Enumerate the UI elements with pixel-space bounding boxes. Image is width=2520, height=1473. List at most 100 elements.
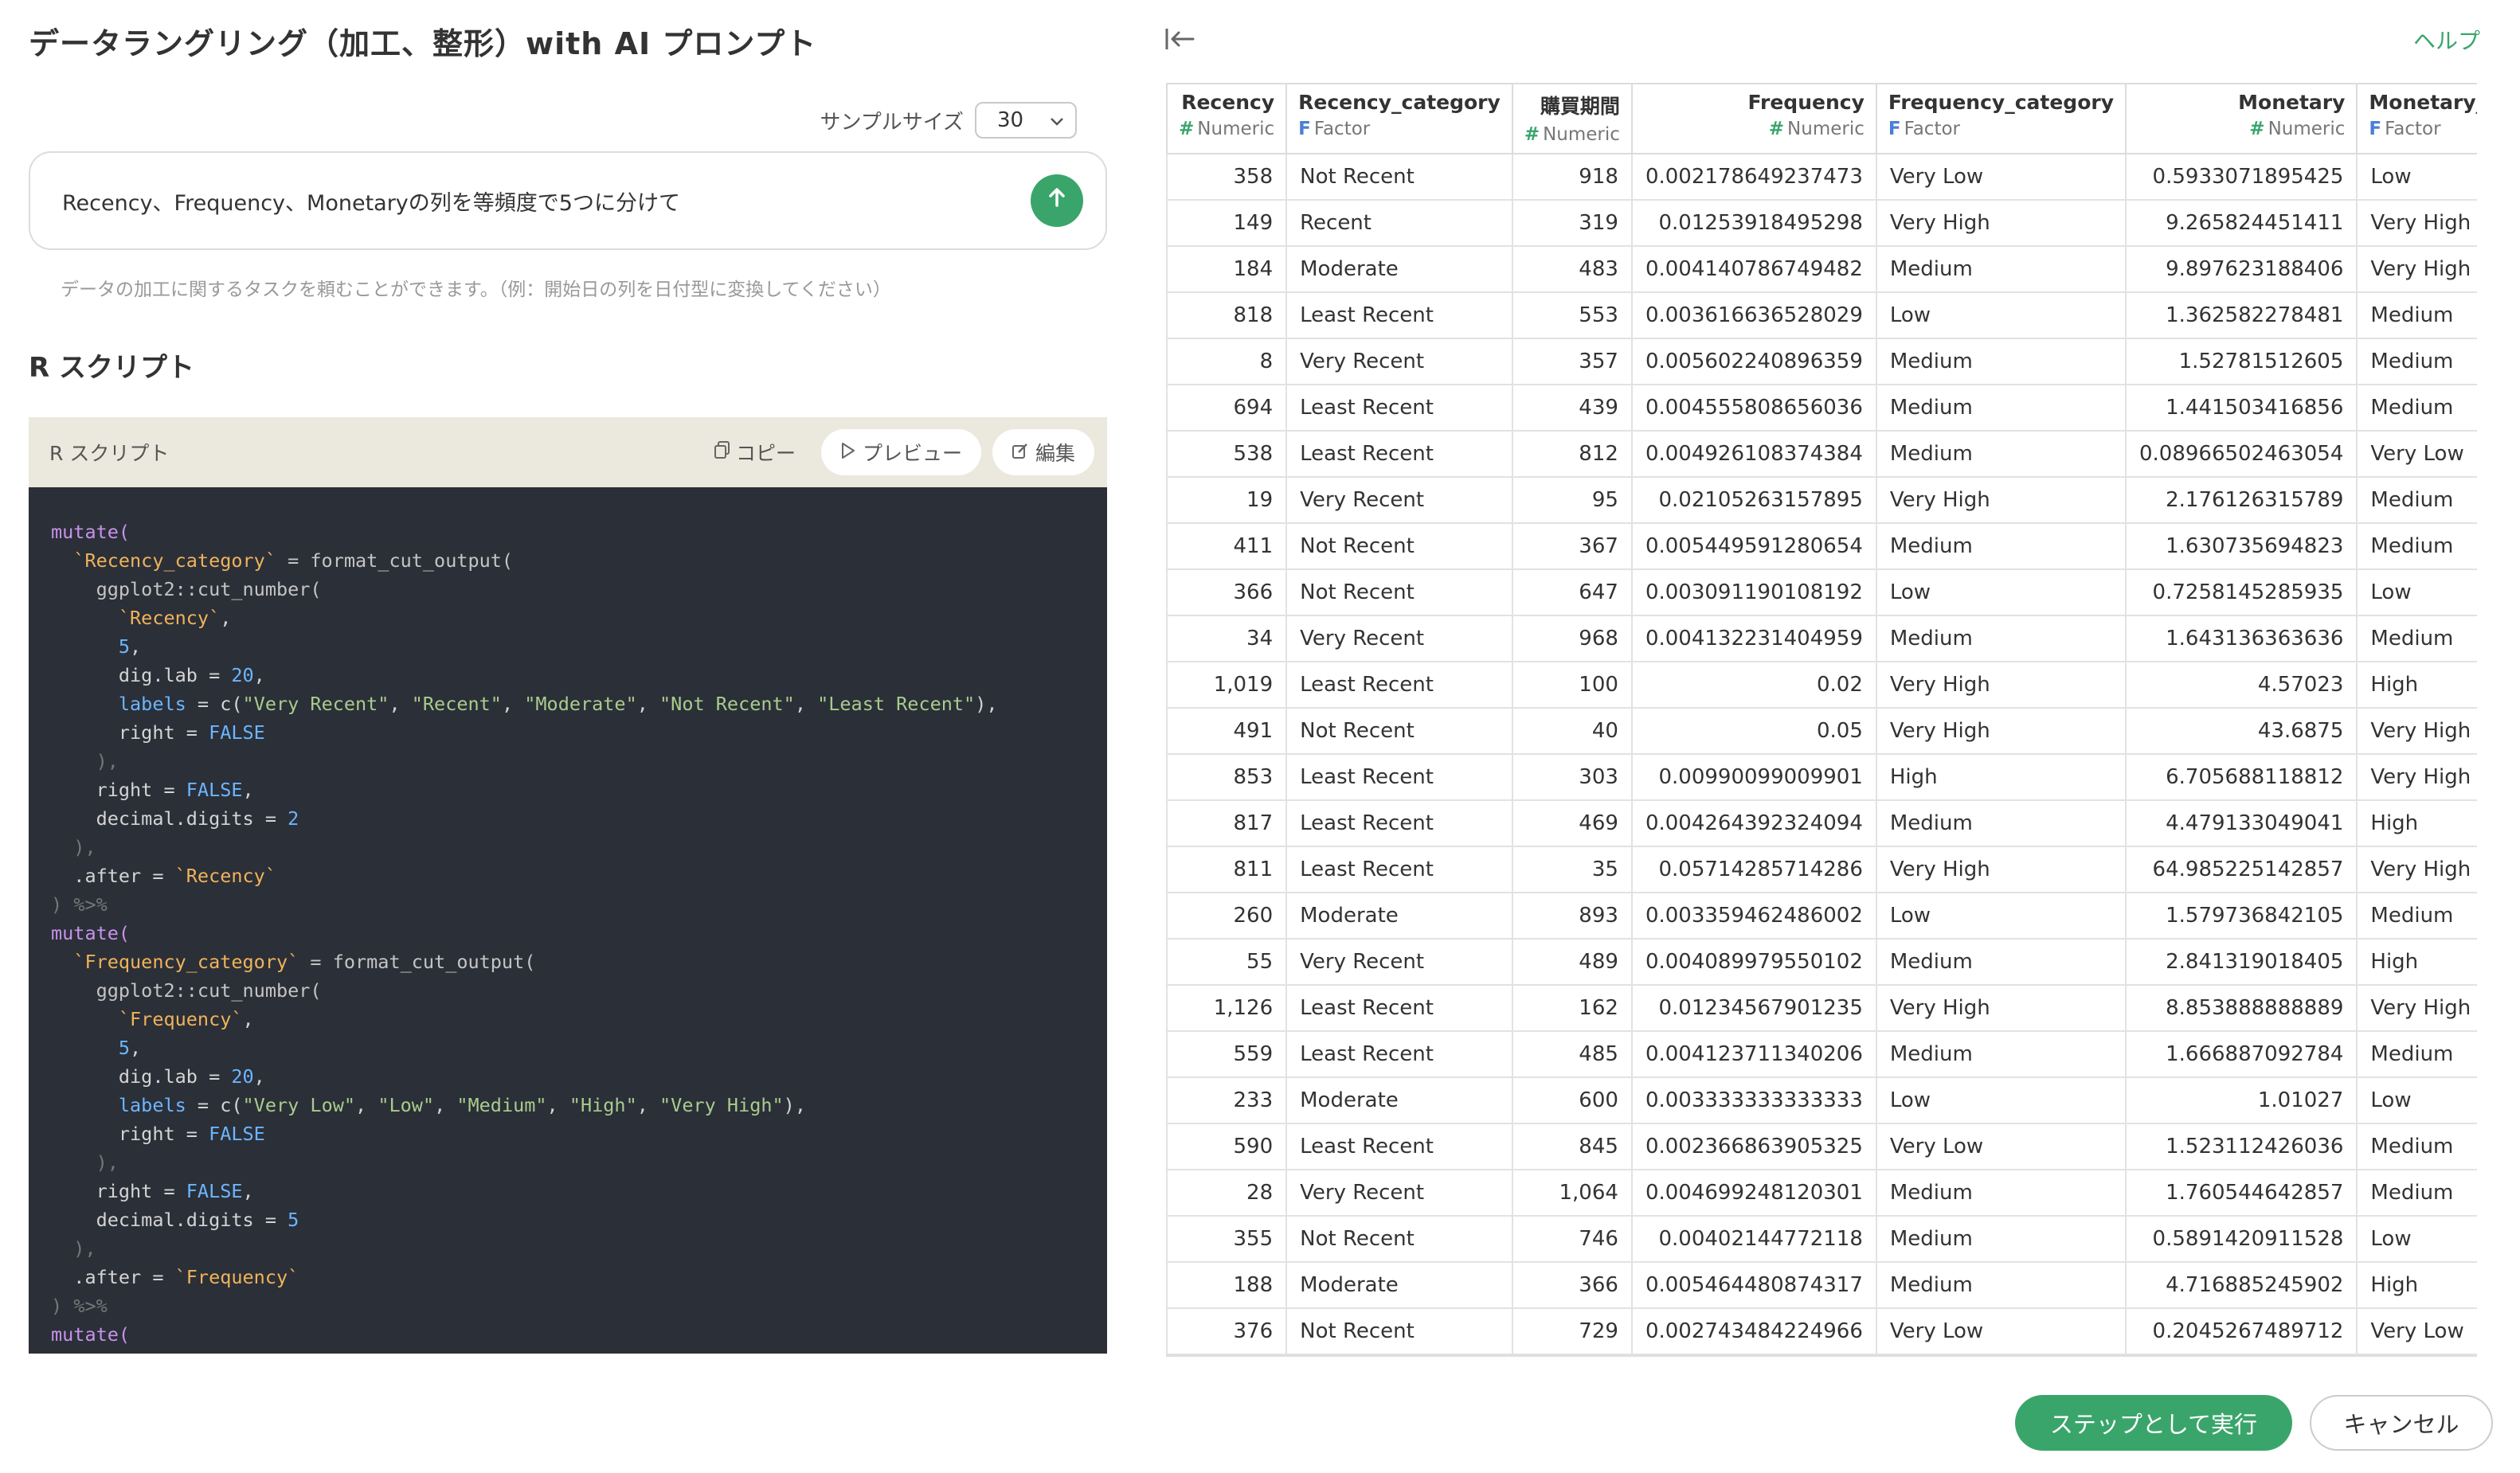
table-row: 149 Recent 319 0.01253918495298 Very High 9.2… — [1166, 199, 2477, 247]
table-cell: 1.523112426036 — [2124, 1123, 2358, 1170]
table-cell: Least Recent — [1285, 846, 1513, 893]
code-token: right = — [118, 1123, 209, 1145]
table-cell: Least Recent — [1285, 1123, 1513, 1170]
column-type-label: Factor — [2385, 119, 2441, 139]
code-token: `Recency` — [118, 607, 221, 629]
table-cell: Moderate — [1285, 1261, 1513, 1309]
table-cell: Medium — [1875, 1261, 2127, 1309]
table-cell: 0.08966502463054 — [2124, 430, 2358, 478]
table-cell: Not Recent — [1285, 522, 1513, 570]
table-cell: 1.01027 — [2124, 1076, 2358, 1124]
preview-button[interactable]: プレビュー — [820, 429, 981, 475]
prompt-input[interactable]: Recency、Frequency、Monetaryの列を等頻度で5つに分けて — [29, 151, 1107, 250]
factor-type-icon: F — [2369, 119, 2382, 139]
table-cell: 647 — [1511, 568, 1633, 616]
prompt-hint: データの加工に関するタスクを頼むことができます。（例：開始日の列を日付型に変換し… — [61, 279, 891, 300]
column-header[interactable]: Monetary # Numeric — [2124, 83, 2358, 154]
column-header[interactable]: 購買期間 # Numeric — [1511, 83, 1633, 154]
code-token: 2 — [288, 807, 299, 830]
table-cell: Very Low — [1875, 1123, 2127, 1170]
table-cell: Medium — [2356, 384, 2477, 432]
code-token: `Frequency_category` — [73, 951, 299, 973]
sample-size-select[interactable]: 30 — [975, 102, 1077, 139]
send-button[interactable] — [1031, 174, 1083, 227]
code-token: , — [130, 635, 142, 658]
table-cell: Low — [1875, 568, 2127, 616]
table-cell: Medium — [2356, 1169, 2477, 1217]
code-token: "Least Recent" — [817, 693, 976, 715]
table-cell: 0.2045267489712 — [2124, 1307, 2358, 1355]
sample-size-label: サンプルサイズ — [820, 110, 964, 135]
table-row: 260 Moderate 893 0.003359462486002 Low 1.5797… — [1166, 892, 2477, 940]
table-cell: 1.52781512605 — [2124, 338, 2358, 385]
column-header[interactable]: Frequency # Numeric — [1630, 83, 1877, 154]
column-header[interactable]: Frequency_category F Factor — [1875, 83, 2127, 154]
code-token: , — [242, 1180, 254, 1202]
r-code[interactable]: mutate( `Recency_category` = format_cut_… — [29, 487, 1107, 1354]
table-header-row: Recency # Numeric Recency_category F Factor 購買… — [1166, 83, 2477, 154]
table-row: 8 Very Recent 357 0.005602240896359 Medium 1.… — [1166, 338, 2477, 385]
table-cell: 812 — [1511, 430, 1633, 478]
table-row: 411 Not Recent 367 0.005449591280654 Medium 1… — [1166, 522, 2477, 570]
cancel-button[interactable]: キャンセル — [2310, 1395, 2493, 1451]
code-actions: コピー プレビュー 編集 — [699, 429, 1094, 475]
table-row: 19 Very Recent 95 0.02105263157895 Very High… — [1166, 476, 2477, 524]
table-cell: Least Recent — [1285, 1030, 1513, 1078]
column-header[interactable]: Recency # Numeric — [1166, 83, 1288, 154]
table-row: 538 Least Recent 812 0.004926108374384 Mediu… — [1166, 430, 2477, 478]
table-cell: High — [2356, 938, 2477, 986]
copy-button[interactable]: コピー — [699, 438, 810, 467]
table-cell: 0.003616636528029 — [1630, 291, 1877, 339]
edit-button[interactable]: 編集 — [992, 429, 1094, 475]
code-token: ggplot2::cut_number( — [96, 979, 322, 1002]
code-token: 20 — [231, 664, 254, 686]
table-cell: 411 — [1166, 522, 1288, 570]
table-row: 1,019 Least Recent 100 0.02 Very High 4.57023… — [1166, 661, 2477, 709]
table-cell: 485 — [1511, 1030, 1633, 1078]
code-token: , — [130, 1037, 142, 1059]
run-as-step-button[interactable]: ステップとして実行 — [2015, 1395, 2292, 1451]
table-cell: 729 — [1511, 1307, 1633, 1355]
table-row: 818 Least Recent 553 0.003616636528029 Low 1.… — [1166, 291, 2477, 339]
table-cell: 260 — [1166, 892, 1288, 940]
table-cell: Moderate — [1285, 1076, 1513, 1124]
table-row: 55 Very Recent 489 0.004089979550102 Medium 2… — [1166, 938, 2477, 986]
code-token: = c( — [186, 693, 243, 715]
code-token: "Very Low" — [242, 1094, 356, 1116]
table-cell: 491 — [1166, 707, 1288, 755]
table-cell: 489 — [1511, 938, 1633, 986]
table-cell: 40 — [1511, 707, 1633, 755]
column-name: Monetary_category — [2369, 91, 2477, 114]
table-cell: 0.004123711340206 — [1630, 1030, 1877, 1078]
table-cell: 0.002178649237473 — [1630, 153, 1877, 201]
code-token: , — [242, 1008, 254, 1030]
data-preview-table[interactable]: Recency # Numeric Recency_category F Factor 購買… — [1166, 83, 2477, 1357]
table-cell: 694 — [1166, 384, 1288, 432]
table-cell: 35 — [1511, 846, 1633, 893]
factor-type-icon: F — [1298, 119, 1311, 139]
collapse-panel-icon[interactable] — [1164, 24, 1196, 59]
table-cell: Least Recent — [1285, 753, 1513, 801]
table-cell: Very High — [2356, 753, 2477, 801]
table-cell: Low — [1875, 892, 2127, 940]
table-cell: Moderate — [1285, 245, 1513, 293]
table-cell: 34 — [1166, 615, 1288, 662]
table-row: 188 Moderate 366 0.005464480874317 Medium 4.7… — [1166, 1261, 2477, 1309]
table-cell: 0.004699248120301 — [1630, 1169, 1877, 1217]
table-cell: Medium — [1875, 522, 2127, 570]
column-type: # Numeric — [1644, 119, 1865, 139]
column-header[interactable]: Recency_category F Factor — [1285, 83, 1513, 154]
table-row: 559 Least Recent 485 0.004123711340206 Mediu… — [1166, 1030, 2477, 1078]
code-token: ), — [96, 1151, 119, 1174]
edit-label: 編集 — [1035, 442, 1075, 465]
code-token: %>% — [73, 1295, 108, 1317]
table-cell: 817 — [1166, 799, 1288, 847]
code-panel: R スクリプト コピー プレビュー 編集 mutate( `Recency_ca… — [29, 417, 1107, 1354]
prompt-text[interactable]: Recency、Frequency、Monetaryの列を等頻度で5つに分けて — [62, 186, 680, 217]
table-cell: 2.841319018405 — [2124, 938, 2358, 986]
help-link[interactable]: ヘルプ — [2413, 24, 2480, 56]
column-header[interactable]: Monetary_category FFactor — [2356, 83, 2477, 154]
table-cell: Medium — [1875, 245, 2127, 293]
column-type: F Factor — [2369, 119, 2477, 139]
table-cell: 0.002366863905325 — [1630, 1123, 1877, 1170]
